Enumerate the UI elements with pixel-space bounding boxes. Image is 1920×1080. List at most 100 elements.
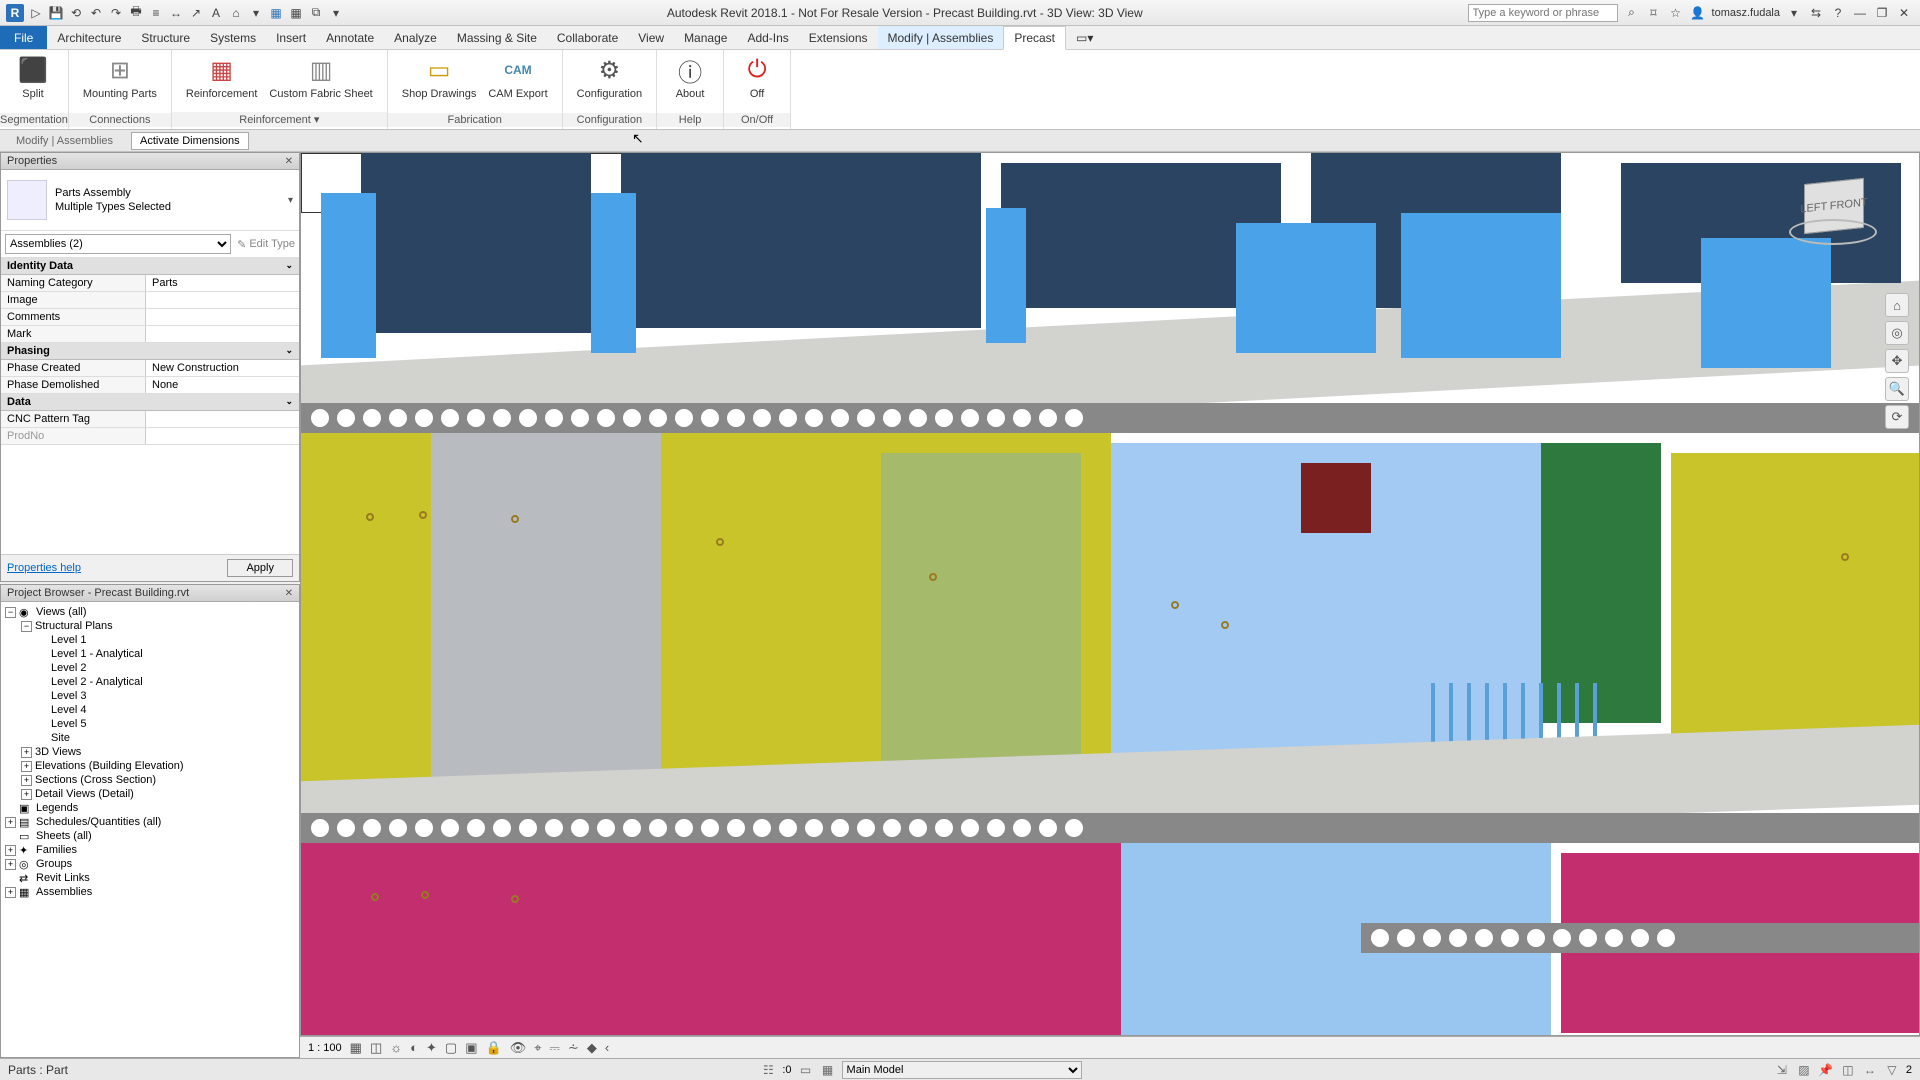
expand-icon[interactable]: +	[5, 845, 16, 856]
split-button[interactable]: ⬛Split	[8, 52, 58, 102]
tab-insert[interactable]: Insert	[266, 26, 316, 49]
viewcube[interactable]: LEFT FRONT	[1789, 163, 1879, 253]
tab-systems[interactable]: Systems	[200, 26, 266, 49]
viewcube-compass[interactable]	[1789, 219, 1877, 245]
render-icon[interactable]: ✦	[426, 1040, 437, 1056]
tab-appearance-icon[interactable]: ▭▾	[1066, 26, 1103, 49]
prop-value[interactable]	[146, 309, 299, 325]
tree-node[interactable]: +Detail Views (Detail)	[5, 787, 295, 801]
select-pinned-icon[interactable]: 📌	[1818, 1062, 1834, 1078]
browser-header[interactable]: Project Browser - Precast Building.rvt ✕	[1, 585, 299, 602]
tree-node[interactable]: ⇄Revit Links	[5, 871, 295, 885]
cam-export-button[interactable]: CAMCAM Export	[482, 52, 553, 102]
prop-value[interactable]	[146, 326, 299, 342]
nav-wheel-icon[interactable]: ◎	[1885, 321, 1909, 345]
lock-icon[interactable]: 🔒	[486, 1040, 502, 1056]
restore-icon[interactable]: ❐	[1874, 5, 1890, 21]
user-icon[interactable]: 👤	[1690, 5, 1706, 21]
user-dd-icon[interactable]: ▾	[1786, 5, 1802, 21]
prop-value[interactable]: New Construction	[146, 360, 299, 376]
select-links-icon[interactable]: ⇲	[1774, 1062, 1790, 1078]
qat-section-icon[interactable]: ▾	[248, 5, 264, 21]
crop-visible-icon[interactable]: ▣	[465, 1040, 477, 1056]
nav-zoom-icon[interactable]: 🔍	[1885, 377, 1909, 401]
type-dropdown-icon[interactable]: ▾	[288, 195, 293, 206]
workset-select[interactable]: Main Model	[842, 1061, 1082, 1079]
keys-icon[interactable]: ⌑	[1646, 5, 1662, 21]
minimize-icon[interactable]: —	[1852, 5, 1868, 21]
tree-node[interactable]: +Elevations (Building Elevation)	[5, 759, 295, 773]
tab-structure[interactable]: Structure	[131, 26, 200, 49]
prop-value[interactable]	[146, 411, 299, 427]
exchange-icon[interactable]: ⇆	[1808, 5, 1824, 21]
qat-close-icon[interactable]: ▦	[288, 5, 304, 21]
constraints-icon[interactable]: ⎓	[550, 1040, 560, 1056]
tab-massing[interactable]: Massing & Site	[447, 26, 547, 49]
prop-value[interactable]: Parts	[146, 275, 299, 291]
section-identity[interactable]: Identity Data⌄	[1, 258, 299, 275]
properties-help-link[interactable]: Properties help	[7, 562, 81, 574]
tab-analyze[interactable]: Analyze	[384, 26, 447, 49]
tree-node[interactable]: Level 5	[5, 717, 295, 731]
shop-drawings-button[interactable]: ▭Shop Drawings	[396, 52, 483, 102]
file-tab[interactable]: File	[0, 26, 47, 49]
tab-manage[interactable]: Manage	[674, 26, 737, 49]
tree-node[interactable]: +✦Families	[5, 843, 295, 857]
expand-icon[interactable]: +	[5, 887, 16, 898]
tree-node[interactable]: Site	[5, 731, 295, 745]
browser-close-icon[interactable]: ✕	[285, 588, 293, 599]
tree-node[interactable]: Level 2	[5, 661, 295, 675]
select-underlay-icon[interactable]: ▨	[1796, 1062, 1812, 1078]
qat-open-icon[interactable]: ▷	[28, 5, 44, 21]
tree-node[interactable]: Level 4	[5, 703, 295, 717]
nav-pan-icon[interactable]: ✥	[1885, 349, 1909, 373]
expand-icon[interactable]: −	[21, 621, 32, 632]
view-canvas[interactable]: LEFT FRONT ⌂ ◎ ✥ 🔍 ⟳	[300, 152, 1920, 1036]
qat-measure-icon[interactable]: ≡	[148, 5, 164, 21]
search-titlebar-icon[interactable]: ⌕	[1624, 5, 1640, 21]
qat-text-icon[interactable]: A	[208, 5, 224, 21]
qat-tag-icon[interactable]: ↗	[188, 5, 204, 21]
analytical-icon[interactable]: ⩪	[568, 1040, 579, 1056]
qat-dd-icon[interactable]: ▾	[328, 5, 344, 21]
tab-view[interactable]: View	[628, 26, 674, 49]
expand-icon[interactable]: +	[21, 747, 32, 758]
reinforcement-button[interactable]: ▦Reinforcement	[180, 52, 264, 102]
temp-hide-icon[interactable]: 👁	[510, 1040, 527, 1056]
expand-icon[interactable]: +	[5, 859, 16, 870]
expand-icon[interactable]: +	[5, 817, 16, 828]
search-input[interactable]	[1468, 4, 1618, 22]
qat-save-icon[interactable]: 💾	[48, 5, 64, 21]
mounting-parts-button[interactable]: ⊞Mounting Parts	[77, 52, 163, 102]
tree-node[interactable]: ▣Legends	[5, 801, 295, 815]
expand-icon[interactable]: −	[5, 607, 16, 618]
tab-collaborate[interactable]: Collaborate	[547, 26, 628, 49]
help-icon[interactable]: ?	[1830, 5, 1846, 21]
star-icon[interactable]: ☆	[1668, 5, 1684, 21]
edit-type-button[interactable]: ✎Edit Type	[237, 238, 295, 251]
qat-switch-icon[interactable]: ⧉	[308, 5, 324, 21]
filter-select[interactable]: Assemblies (2)	[5, 234, 231, 254]
drag-icon[interactable]: ↔	[1862, 1062, 1878, 1078]
prop-value[interactable]	[146, 292, 299, 308]
tree-node[interactable]: Level 1 - Analytical	[5, 647, 295, 661]
workset-icon[interactable]: ☷	[760, 1062, 776, 1078]
nav-home-icon[interactable]: ⌂	[1885, 293, 1909, 317]
tree-node[interactable]: Level 3	[5, 689, 295, 703]
type-selector[interactable]: Parts Assembly Multiple Types Selected ▾	[1, 170, 299, 231]
collapse-icon[interactable]: ⌄	[285, 396, 293, 408]
nav-orbit-icon[interactable]: ⟳	[1885, 405, 1909, 429]
tree-node[interactable]: +▦Assemblies	[5, 885, 295, 899]
tree-node[interactable]: +Sections (Cross Section)	[5, 773, 295, 787]
properties-close-icon[interactable]: ✕	[285, 156, 293, 167]
tab-precast[interactable]: Precast	[1003, 26, 1066, 50]
tab-architecture[interactable]: Architecture	[47, 26, 131, 49]
reveal-icon[interactable]: ⌖	[534, 1040, 541, 1056]
about-button[interactable]: ⓘAbout	[665, 52, 715, 102]
tab-addins[interactable]: Add-Ins	[737, 26, 798, 49]
qat-dims-icon[interactable]: ↔	[168, 5, 184, 21]
section-phasing[interactable]: Phasing⌄	[1, 343, 299, 360]
qat-redo-icon[interactable]: ↷	[108, 5, 124, 21]
section-data[interactable]: Data⌄	[1, 394, 299, 411]
tree-node[interactable]: +3D Views	[5, 745, 295, 759]
